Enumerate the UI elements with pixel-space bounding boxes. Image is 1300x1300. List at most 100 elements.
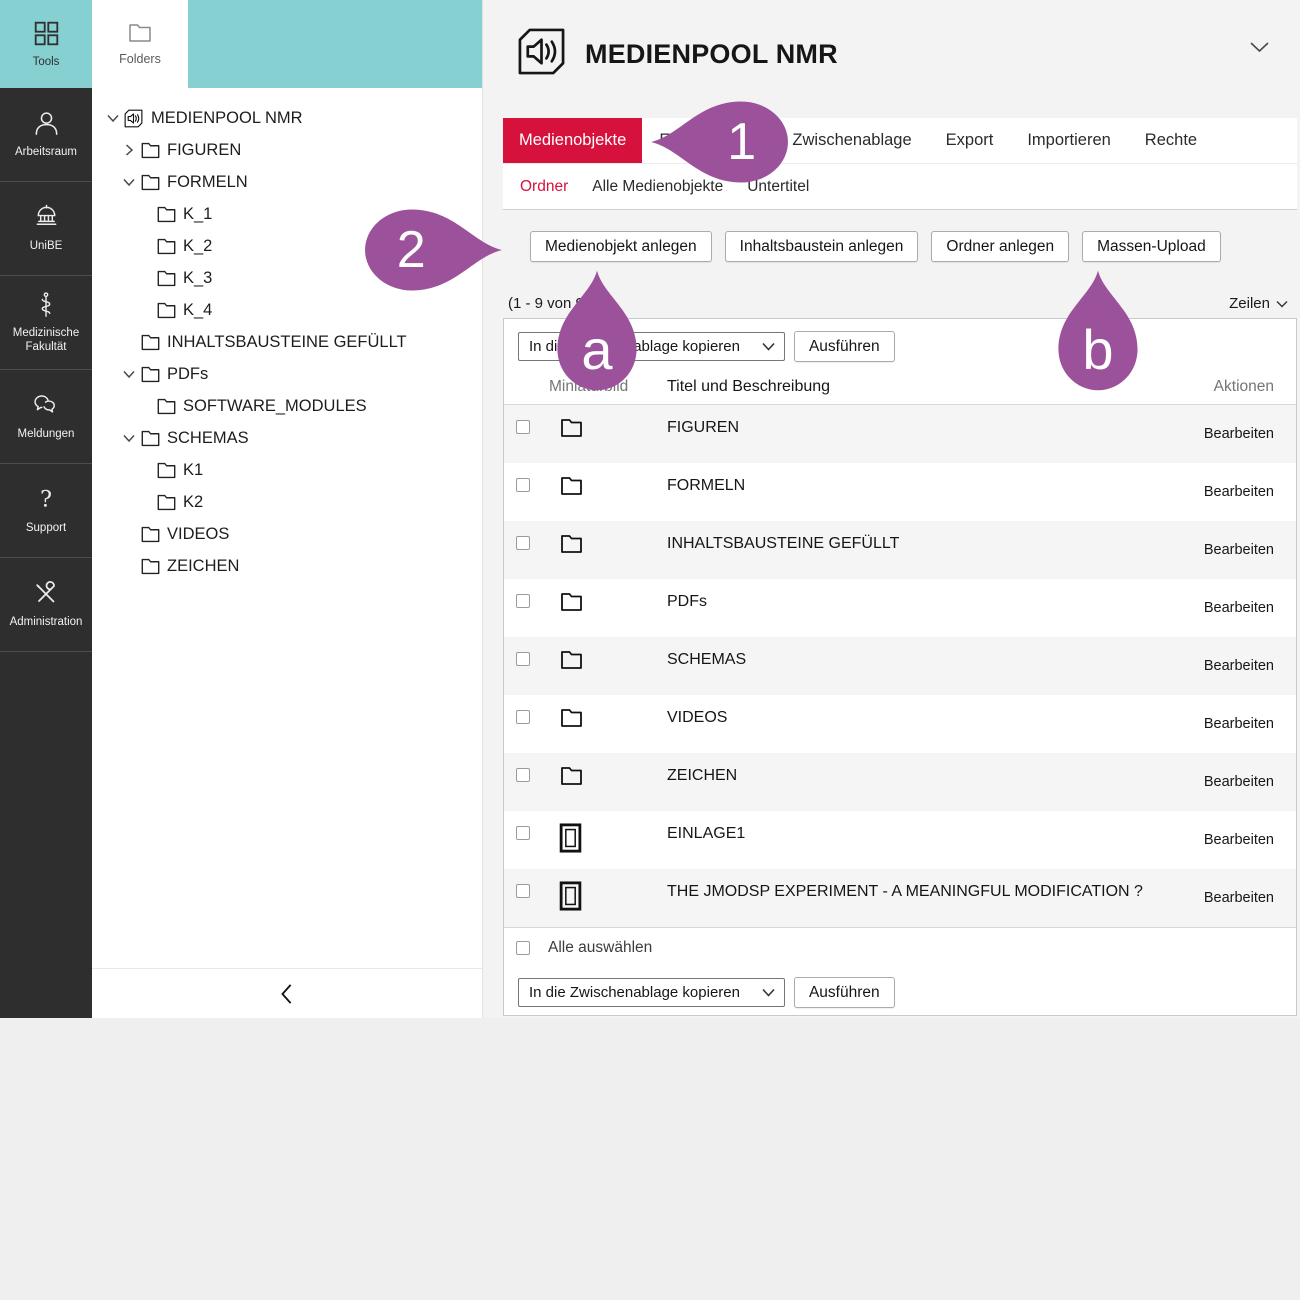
- rail-item-tools[interactable]: Tools: [0, 0, 92, 88]
- folder-icon: [128, 23, 152, 46]
- subtab-bar: Ordner Alle Medienobjekte Untertitel: [503, 163, 1297, 210]
- row-checkbox[interactable]: [516, 768, 530, 782]
- bulk-upload-button[interactable]: Massen-Upload: [1082, 231, 1221, 262]
- edit-link[interactable]: Bearbeiten: [1204, 542, 1274, 558]
- row-title[interactable]: ZEICHEN: [667, 753, 1156, 811]
- row-checkbox[interactable]: [516, 594, 530, 608]
- tree-item-label: SCHEMAS: [167, 429, 249, 448]
- rail-item-medizinische-fakultaet[interactable]: Medizinische Fakultät: [0, 276, 92, 370]
- marker-label: b: [1082, 322, 1113, 378]
- rail-item-unibe[interactable]: UniBE: [0, 182, 92, 276]
- rows-dropdown-label: Zeilen: [1229, 295, 1270, 312]
- row-checkbox[interactable]: [516, 710, 530, 724]
- chevron-right-icon[interactable]: [118, 143, 140, 157]
- edit-link[interactable]: Bearbeiten: [1204, 890, 1274, 906]
- tab-rechte[interactable]: Rechte: [1128, 118, 1214, 163]
- create-folder-button[interactable]: Ordner anlegen: [931, 231, 1069, 262]
- row-title[interactable]: FORMELN: [667, 463, 1156, 521]
- tree-item-inhaltsbausteine-gefuellt[interactable]: INHALTSBAUSTEINE GEFÜLLT: [92, 326, 482, 358]
- folder-icon: [559, 533, 584, 560]
- tree-item-label: K2: [183, 493, 203, 512]
- row-checkbox[interactable]: [516, 478, 530, 492]
- tree-item-figuren[interactable]: FIGUREN: [92, 134, 482, 166]
- folder-icon: [140, 525, 167, 544]
- rail-item-meldungen[interactable]: Meldungen: [0, 370, 92, 464]
- edit-link[interactable]: Bearbeiten: [1204, 716, 1274, 732]
- chevron-down-icon[interactable]: [118, 431, 140, 445]
- folder-icon: [156, 301, 183, 320]
- tree-item-formeln[interactable]: FORMELN: [92, 166, 482, 198]
- folder-icon: [140, 429, 167, 448]
- rail-item-label: Administration: [10, 615, 83, 629]
- create-media-object-button[interactable]: Medienobjekt anlegen: [530, 231, 712, 262]
- edit-link[interactable]: Bearbeiten: [1204, 832, 1274, 848]
- table-body: FIGUREN Bearbeiten FORMELN Bearbeiten: [504, 404, 1296, 927]
- tab-importieren[interactable]: Importieren: [1010, 118, 1127, 163]
- edit-link[interactable]: Bearbeiten: [1204, 426, 1274, 442]
- tree-item-pdfs[interactable]: PDFs: [92, 358, 482, 390]
- subtab-ordner[interactable]: Ordner: [508, 178, 580, 196]
- folder-icon: [156, 269, 183, 288]
- chevron-down-icon[interactable]: [102, 111, 124, 125]
- svg-text:?: ?: [40, 486, 52, 512]
- bulk-actions-bottom: In die Zwischenablage kopieren Ausführen: [504, 968, 1296, 1020]
- row-title[interactable]: PDFs: [667, 579, 1156, 637]
- chevron-down-icon[interactable]: [118, 175, 140, 189]
- marker-label: a: [581, 322, 612, 378]
- tree-item-medienpool-nmr[interactable]: MEDIENPOOL NMR: [92, 102, 482, 134]
- chevron-down-icon: [1276, 300, 1288, 308]
- edit-link[interactable]: Bearbeiten: [1204, 658, 1274, 674]
- tree-item-k1[interactable]: K1: [92, 454, 482, 486]
- execute-button[interactable]: Ausführen: [794, 977, 895, 1008]
- media-table: In die Zwischenablage kopieren Ausführen…: [503, 318, 1297, 1016]
- collapse-header-chevron-down-icon[interactable]: [1249, 40, 1270, 58]
- select-all-checkbox[interactable]: [516, 941, 530, 955]
- annotation-marker-1: 1: [648, 98, 790, 186]
- question-mark-icon: ?: [32, 486, 60, 514]
- row-checkbox[interactable]: [516, 420, 530, 434]
- tree-item-label: MEDIENPOOL NMR: [151, 109, 303, 128]
- row-checkbox[interactable]: [516, 884, 530, 898]
- tab-zwischenablage[interactable]: Zwischenablage: [775, 118, 928, 163]
- row-checkbox[interactable]: [516, 826, 530, 840]
- tree-item-label: PDFs: [167, 365, 208, 384]
- execute-button[interactable]: Ausführen: [794, 331, 895, 362]
- tree-item-label: K_2: [183, 237, 212, 256]
- tree-item-zeichen[interactable]: ZEICHEN: [92, 550, 482, 582]
- rail-item-label: Arbeitsraum: [15, 145, 77, 159]
- row-title[interactable]: SCHEMAS: [667, 637, 1156, 695]
- tab-medienobjekte[interactable]: Medienobjekte: [503, 118, 642, 163]
- bulk-action-select[interactable]: In die Zwischenablage kopieren: [518, 978, 785, 1007]
- tab-export[interactable]: Export: [929, 118, 1011, 163]
- row-title[interactable]: FIGUREN: [667, 405, 1156, 463]
- folder-icon: [140, 333, 167, 352]
- rail-item-arbeitsraum[interactable]: Arbeitsraum: [0, 88, 92, 182]
- tree-item-software_modules[interactable]: SOFTWARE_MODULES: [92, 390, 482, 422]
- rail-item-administration[interactable]: Administration: [0, 558, 92, 652]
- edit-link[interactable]: Bearbeiten: [1204, 774, 1274, 790]
- rows-dropdown[interactable]: Zeilen: [1229, 295, 1288, 312]
- mediapool-icon: [517, 27, 566, 81]
- tree-item-label: K1: [183, 461, 203, 480]
- row-title[interactable]: EINLAGE1: [667, 811, 1156, 869]
- tab-folders[interactable]: Folders: [92, 0, 188, 88]
- collapse-tree-chevron-left-icon[interactable]: [277, 982, 297, 1006]
- folders-panel: Folders MEDIENPOOL NMR: [92, 0, 483, 1018]
- edit-link[interactable]: Bearbeiten: [1204, 484, 1274, 500]
- row-title[interactable]: VIDEOS: [667, 695, 1156, 753]
- tree-item-schemas[interactable]: SCHEMAS: [92, 422, 482, 454]
- table-row: SCHEMAS Bearbeiten: [504, 637, 1296, 695]
- chevron-down-icon[interactable]: [118, 367, 140, 381]
- mediapool-icon: [124, 109, 151, 128]
- tree-item-videos[interactable]: VIDEOS: [92, 518, 482, 550]
- tree-item-label: FIGUREN: [167, 141, 241, 160]
- edit-link[interactable]: Bearbeiten: [1204, 600, 1274, 616]
- row-checkbox[interactable]: [516, 652, 530, 666]
- rail-item-support[interactable]: ? Support: [0, 464, 92, 558]
- row-title[interactable]: INHALTSBAUSTEINE GEFÜLLT: [667, 521, 1156, 579]
- tree-item-k_4[interactable]: K_4: [92, 294, 482, 326]
- tree-item-k2[interactable]: K2: [92, 486, 482, 518]
- row-checkbox[interactable]: [516, 536, 530, 550]
- row-title[interactable]: THE JMODSP EXPERIMENT - A MEANINGFUL MOD…: [667, 869, 1156, 927]
- create-content-snippet-button[interactable]: Inhaltsbaustein anlegen: [725, 231, 919, 262]
